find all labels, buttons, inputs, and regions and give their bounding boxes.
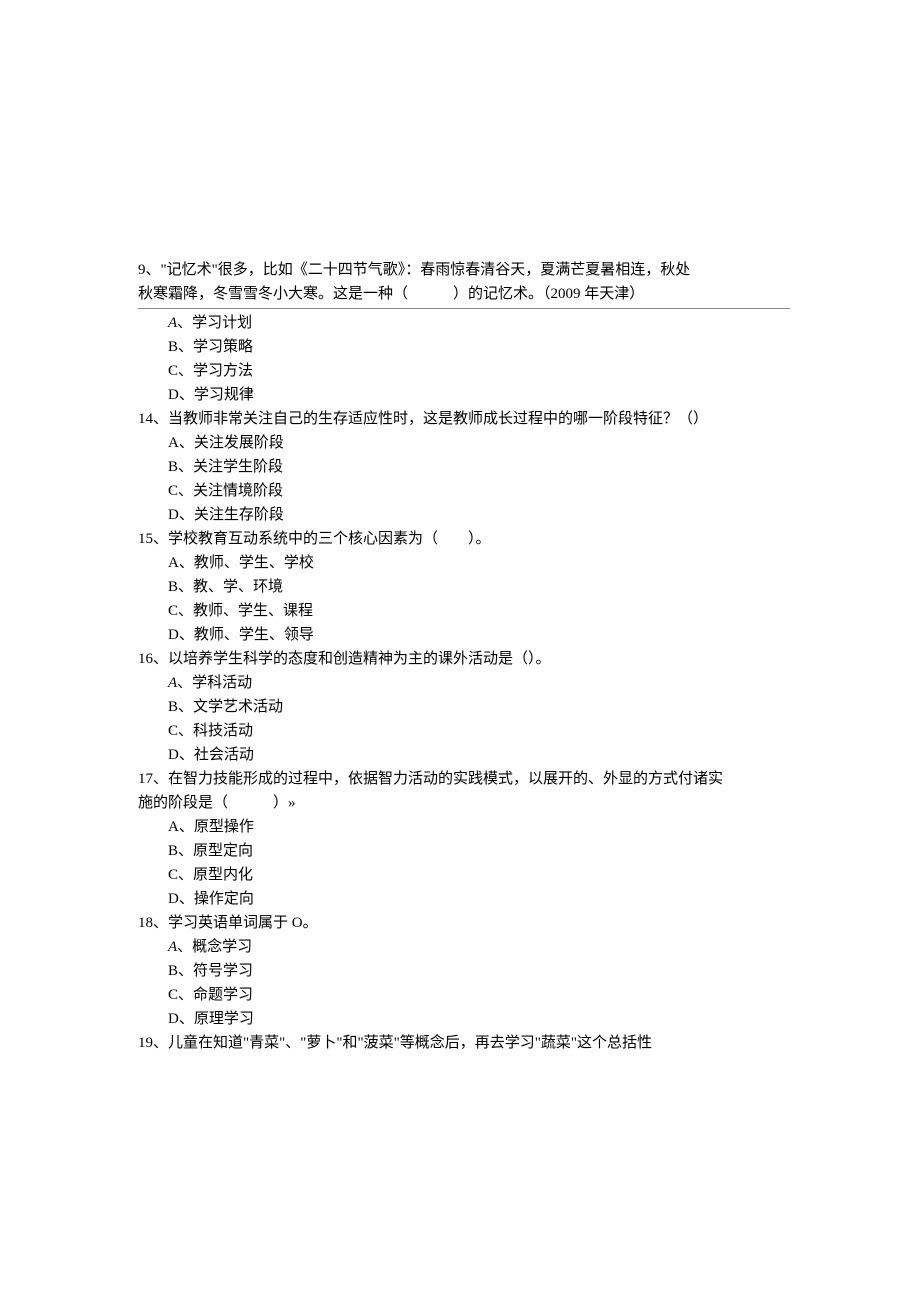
q14-option-b: B、关注学生阶段 xyxy=(168,455,790,479)
q17-options: A、原型操作 B、原型定向 C、原型内化 D、操作定向 xyxy=(138,815,790,911)
question-17: 17、在智力技能形成的过程中，依据智力活动的实践模式，以展开的、外显的方式付诸实… xyxy=(138,767,790,911)
q19-stem: 19、儿童在知道"青菜"、"萝卜"和"菠菜"等概念后，再去学习"蔬菜"这个总括性 xyxy=(138,1031,790,1055)
q15-stem: 15、学校教育互动系统中的三个核心因素为（ ）。 xyxy=(138,527,790,551)
q18-option-b: B、符号学习 xyxy=(168,959,790,983)
q15-option-a: A、教师、学生、学校 xyxy=(168,551,790,575)
q17-stem-after: ）» xyxy=(273,795,296,811)
q13-option-c: C、学习方法 xyxy=(168,359,790,383)
q18-option-d: D、原理学习 xyxy=(168,1007,790,1031)
q13-option-d: D、学习规律 xyxy=(168,383,790,407)
q18-optA-letter: A xyxy=(168,939,177,955)
q14-option-d: D、关注生存阶段 xyxy=(168,503,790,527)
q16-optA-letter: A xyxy=(168,675,177,691)
q17-option-b: B、原型定向 xyxy=(168,839,790,863)
q15-option-d: D、教师、学生、领导 xyxy=(168,623,790,647)
q13-optA-letter: A xyxy=(168,315,177,331)
question-18: 18、学习英语单词属于 O。 A、概念学习 B、符号学习 C、命题学习 D、原理… xyxy=(138,911,790,1031)
divider-line xyxy=(138,308,790,309)
q13-option-a: A、学习计划 xyxy=(168,311,790,335)
q16-options: A、学科活动 B、文学艺术活动 C、科技活动 D、社会活动 xyxy=(138,671,790,767)
q9-stem-before: 秋寒霜降，冬雪雪冬小大寒。这是一种（ xyxy=(138,286,408,302)
q13-optA-text: 、学习计划 xyxy=(177,315,252,331)
question-14: 14、当教师非常关注自己的生存适应性时，这是教师成长过程中的哪一阶段特征？（） … xyxy=(138,407,790,527)
q18-options: A、概念学习 B、符号学习 C、命题学习 D、原理学习 xyxy=(138,935,790,1031)
q9-stem-after: ）的记忆术。（2009 年天津） xyxy=(453,286,644,302)
q9-stem-line2: 秋寒霜降，冬雪雪冬小大寒。这是一种（ ）的记忆术。（2009 年天津） xyxy=(138,282,790,306)
q9-stem-line1: 9、"记忆术"很多，比如《二十四节气歌》：春雨惊春清谷天，夏满芒夏暑相连，秋处 xyxy=(138,258,790,282)
q18-optA-text: 、概念学习 xyxy=(177,939,252,955)
question-13-options: A、学习计划 B、学习策略 C、学习方法 D、学习规律 xyxy=(138,311,790,407)
q14-option-a: A、关注发展阶段 xyxy=(168,431,790,455)
q16-optA-text: 、学科活动 xyxy=(177,675,252,691)
question-16: 16、以培养学生科学的态度和创造精神为主的课外活动是（）。 A、学科活动 B、文… xyxy=(138,647,790,767)
q16-option-c: C、科技活动 xyxy=(168,719,790,743)
question-19: 19、儿童在知道"青菜"、"萝卜"和"菠菜"等概念后，再去学习"蔬菜"这个总括性 xyxy=(138,1031,790,1055)
document-page: 9、"记忆术"很多，比如《二十四节气歌》：春雨惊春清谷天，夏满芒夏暑相连，秋处 … xyxy=(0,0,920,1301)
q16-option-b: B、文学艺术活动 xyxy=(168,695,790,719)
q15-stem-before: 15、学校教育互动系统中的三个核心因素为（ xyxy=(138,531,438,547)
q14-options: A、关注发展阶段 B、关注学生阶段 C、关注情境阶段 D、关注生存阶段 xyxy=(138,431,790,527)
q18-option-a: A、概念学习 xyxy=(168,935,790,959)
q15-option-c: C、教师、学生、课程 xyxy=(168,599,790,623)
question-15: 15、学校教育互动系统中的三个核心因素为（ ）。 A、教师、学生、学校 B、教、学… xyxy=(138,527,790,647)
q13-option-b: B、学习策略 xyxy=(168,335,790,359)
question-9: 9、"记忆术"很多，比如《二十四节气歌》：春雨惊春清谷天，夏满芒夏暑相连，秋处 … xyxy=(138,258,790,306)
q15-stem-after: ）。 xyxy=(468,531,491,547)
q18-stem: 18、学习英语单词属于 O。 xyxy=(138,911,790,935)
q17-option-d: D、操作定向 xyxy=(168,887,790,911)
q14-stem: 14、当教师非常关注自己的生存适应性时，这是教师成长过程中的哪一阶段特征？（） xyxy=(138,407,790,431)
q16-option-d: D、社会活动 xyxy=(168,743,790,767)
q16-option-a: A、学科活动 xyxy=(168,671,790,695)
q17-option-c: C、原型内化 xyxy=(168,863,790,887)
q17-stem-line1: 17、在智力技能形成的过程中，依据智力活动的实践模式，以展开的、外显的方式付诸实 xyxy=(138,767,790,791)
q16-stem: 16、以培养学生科学的态度和创造精神为主的课外活动是（）。 xyxy=(138,647,790,671)
q14-option-c: C、关注情境阶段 xyxy=(168,479,790,503)
q17-stem-line2: 施的阶段是（ ）» xyxy=(138,791,790,815)
q17-option-a: A、原型操作 xyxy=(168,815,790,839)
q15-options: A、教师、学生、学校 B、教、学、环境 C、教师、学生、课程 D、教师、学生、领… xyxy=(138,551,790,647)
q17-stem-before: 施的阶段是（ xyxy=(138,795,228,811)
q15-option-b: B、教、学、环境 xyxy=(168,575,790,599)
q18-option-c: C、命题学习 xyxy=(168,983,790,1007)
